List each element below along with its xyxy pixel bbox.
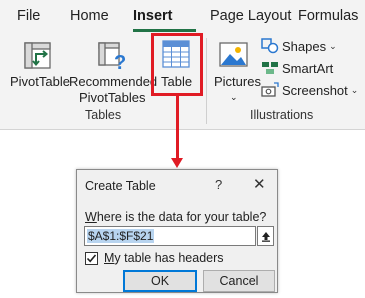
create-table-dialog: Create Table ? ✕ Where is the data for y… <box>76 169 278 293</box>
screenshot-label: Screenshot <box>282 82 348 98</box>
pictures-icon <box>219 42 248 67</box>
data-range-value: $A$1:$F$21 <box>87 229 155 243</box>
pivottable-label: PivotTable <box>10 74 70 89</box>
svg-text:?: ? <box>114 52 126 72</box>
tables-group-label: Tables <box>85 108 122 122</box>
help-button[interactable]: ? <box>215 177 222 192</box>
screenshot: File Home Insert Page Layout Formulas Pi… <box>0 0 365 298</box>
smartart-button[interactable]: SmartArt <box>260 58 333 78</box>
ok-button[interactable]: OK <box>123 270 197 292</box>
ribbon-tabs: File Home Insert Page Layout Formulas <box>0 0 365 34</box>
checkbox-accelerator: M <box>104 251 115 265</box>
close-icon[interactable]: ✕ <box>253 175 266 193</box>
recommended-pivottables-icon: ? <box>98 42 126 72</box>
active-tab-indicator <box>133 29 196 32</box>
pivottable-icon <box>24 42 51 69</box>
annotation-arrow <box>176 96 179 160</box>
screenshot-dropdown-icon: ⌄ <box>350 84 359 95</box>
shapes-label: Shapes <box>282 38 327 54</box>
screenshot-button[interactable]: Screenshot ⌄ <box>260 80 358 100</box>
screenshot-icon <box>260 81 280 99</box>
data-range-input[interactable]: $A$1:$F$21 <box>84 226 256 246</box>
shapes-button[interactable]: Shapes ⌄ <box>260 36 337 56</box>
smartart-icon <box>260 59 280 77</box>
checkbox-text: y table has headers <box>114 251 224 265</box>
tab-home[interactable]: Home <box>70 8 109 24</box>
annotation-arrowhead <box>171 158 183 168</box>
tab-insert[interactable]: Insert <box>133 8 173 24</box>
recommended-pivottables-label-2: PivotTables <box>79 90 146 105</box>
shapes-icon <box>260 37 280 55</box>
collapse-arrow-icon <box>261 231 270 242</box>
checkmark-icon <box>86 254 97 263</box>
tab-file[interactable]: File <box>17 8 40 24</box>
pictures-dropdown-icon: ⌄ <box>230 92 238 102</box>
smartart-label: SmartArt <box>282 60 334 76</box>
illustrations-group-label: Illustrations <box>250 108 314 122</box>
shapes-dropdown-icon: ⌄ <box>329 40 337 51</box>
tab-page-layout[interactable]: Page Layout <box>210 8 291 24</box>
headers-checkbox-label: My table has headers <box>104 251 224 265</box>
data-range-prompt: Where is the data for your table? <box>85 210 266 224</box>
tab-formulas[interactable]: Formulas <box>298 8 358 24</box>
table-highlight-box <box>151 33 203 96</box>
collapse-dialog-button[interactable] <box>257 226 274 246</box>
cancel-button[interactable]: Cancel <box>203 270 275 292</box>
headers-checkbox[interactable] <box>85 252 98 265</box>
pictures-label: Pictures <box>214 74 261 89</box>
group-separator <box>206 38 207 124</box>
prompt-text: here is the data for your table? <box>96 210 267 224</box>
dialog-title: Create Table <box>85 179 156 193</box>
prompt-accelerator: W <box>85 210 97 224</box>
recommended-pivottables-label-1: Recommended <box>69 74 158 89</box>
